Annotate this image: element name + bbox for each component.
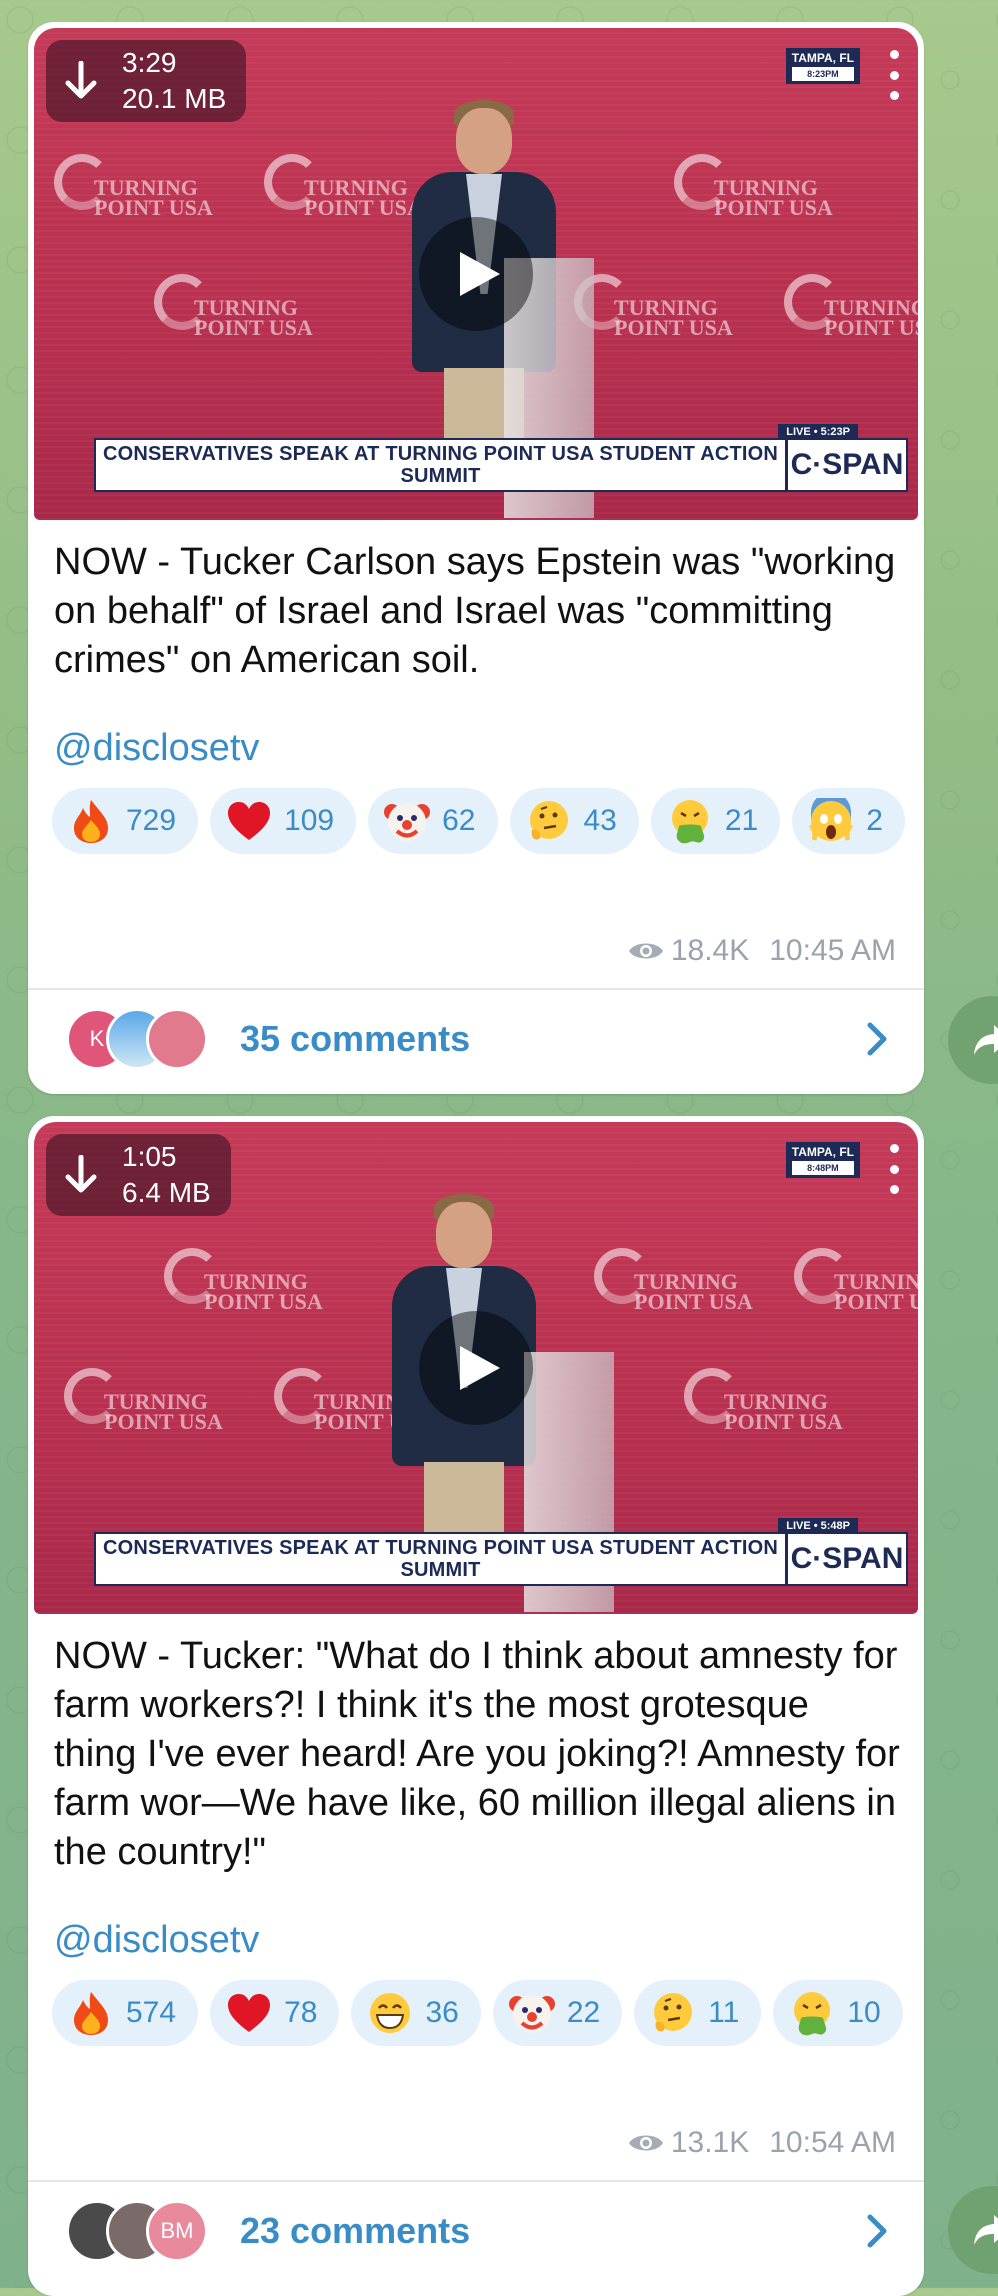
network-logo: C·SPAN <box>785 1534 906 1584</box>
reaction-fire[interactable]: 574 <box>52 1980 199 2046</box>
share-button[interactable] <box>948 996 998 1084</box>
video-duration: 3:29 <box>122 47 177 78</box>
backdrop-logo: TURNING POINT USA <box>674 148 833 238</box>
message-bubble[interactable]: TURNING POINT USA TURNING POINT USA TURN… <box>28 1116 924 2296</box>
reaction-fire[interactable]: 729 <box>52 788 199 854</box>
message-bubble[interactable]: TURNING POINT USA TURNING POINT USA TURN… <box>28 22 924 1094</box>
share-button[interactable] <box>948 2186 998 2274</box>
fire-icon <box>68 1990 114 2036</box>
channel-handle-link[interactable]: @disclosetv <box>28 1919 924 1962</box>
comments-bar[interactable]: K 35 comments <box>28 988 924 1088</box>
reaction-grin[interactable]: 36 <box>351 1980 481 2046</box>
vomit-icon <box>667 798 713 844</box>
view-count: 13.1K <box>670 2126 750 2159</box>
menu-dots-icon[interactable] <box>884 1144 904 1194</box>
thinking-icon <box>650 1990 696 2036</box>
comments-bar[interactable]: BM 23 comments <box>28 2180 924 2280</box>
clown-icon <box>384 798 431 844</box>
heart-icon <box>226 1990 272 2036</box>
share-icon <box>974 1025 998 1055</box>
menu-dots-icon[interactable] <box>884 50 904 100</box>
lower-third-caption: CONSERVATIVES SPEAK AT TURNING POINT USA… <box>102 443 779 487</box>
reactions-list: 574 78 36 22 11 10 <box>28 1962 924 2046</box>
vomit-icon <box>789 1990 835 2036</box>
share-icon <box>974 2215 998 2245</box>
download-chip[interactable]: 3:29 20.1 MB <box>46 40 247 122</box>
message-time: 10:45 AM <box>769 934 896 967</box>
backdrop-logo: TURNING POINT USA <box>264 148 423 238</box>
location-tag: TAMPA, FL 8:48PM <box>785 1142 860 1178</box>
play-icon <box>460 252 500 296</box>
backdrop-logo: TURNING POINT USA <box>794 1242 918 1332</box>
message-meta: 13.1K 10:54 AM <box>627 2126 896 2160</box>
backdrop-logo: TURNING POINT USA <box>154 268 313 358</box>
reaction-clown[interactable]: 62 <box>368 788 498 854</box>
commenter-avatars: K <box>66 1004 216 1074</box>
eye-icon <box>628 2135 663 2151</box>
commenter-avatars: BM <box>66 2196 216 2266</box>
video-duration: 1:05 <box>122 1141 177 1172</box>
backdrop-logo: TURNING POINT USA <box>684 1362 843 1452</box>
video-size: 20.1 MB <box>122 83 227 114</box>
play-button[interactable] <box>419 217 533 331</box>
network-logo: C·SPAN <box>785 440 906 490</box>
reaction-clown[interactable]: 22 <box>492 1980 623 2046</box>
clown-icon <box>508 1990 555 2036</box>
reaction-vomit[interactable]: 21 <box>650 788 781 854</box>
comments-link[interactable]: 35 comments <box>240 1018 866 1060</box>
reaction-thinking[interactable]: 11 <box>634 1980 762 2046</box>
play-icon <box>460 1346 500 1390</box>
eye-icon <box>628 943 663 959</box>
backdrop-logo: TURNING POINT USA <box>64 1362 223 1452</box>
fire-icon <box>68 798 114 844</box>
chevron-right-icon <box>867 2214 887 2248</box>
thinking-icon <box>526 798 572 844</box>
message-text: NOW - Tucker: "What do I think about amn… <box>54 1635 900 1873</box>
view-count: 18.4K <box>670 934 750 967</box>
scream-icon <box>808 798 854 844</box>
reaction-heart[interactable]: 109 <box>210 788 357 854</box>
channel-handle-link[interactable]: @disclosetv <box>28 727 924 770</box>
reaction-vomit[interactable]: 10 <box>773 1980 903 2046</box>
avatar <box>146 1008 208 1070</box>
reactions-list: 729 109 62 43 21 2 <box>28 770 924 854</box>
location-tag: TAMPA, FL 8:23PM <box>785 48 860 84</box>
grin-icon <box>367 1990 413 2036</box>
lower-third: CONSERVATIVES SPEAK AT TURNING POINT USA… <box>94 438 908 492</box>
download-arrow-icon <box>65 1155 97 1193</box>
message-time: 10:54 AM <box>769 2126 896 2159</box>
message-text: NOW - Tucker Carlson says Epstein was "w… <box>54 541 896 681</box>
heart-icon <box>226 798 272 844</box>
play-button[interactable] <box>419 1311 533 1425</box>
reaction-thinking[interactable]: 43 <box>509 788 639 854</box>
lower-third: CONSERVATIVES SPEAK AT TURNING POINT USA… <box>94 1532 908 1586</box>
download-chip[interactable]: 1:05 6.4 MB <box>46 1134 231 1216</box>
video-player[interactable]: TURNING POINT USA TURNING POINT USA TURN… <box>34 28 918 520</box>
backdrop-logo: TURNING POINT USA <box>54 148 213 238</box>
message-meta: 18.4K 10:45 AM <box>627 934 896 968</box>
backdrop-logo: TURNING POINT USA <box>594 1242 753 1332</box>
download-arrow-icon <box>65 61 97 99</box>
reaction-scream[interactable]: 2 <box>792 788 905 854</box>
lower-third-caption: CONSERVATIVES SPEAK AT TURNING POINT USA… <box>102 1537 779 1581</box>
comments-link[interactable]: 23 comments <box>240 2210 866 2252</box>
avatar: BM <box>146 2200 208 2262</box>
backdrop-logo: TURNING POINT USA <box>784 268 918 358</box>
video-player[interactable]: TURNING POINT USA TURNING POINT USA TURN… <box>34 1122 918 1614</box>
chevron-right-icon <box>867 1022 887 1056</box>
backdrop-logo: TURNING POINT USA <box>574 268 733 358</box>
reaction-heart[interactable]: 78 <box>210 1980 340 2046</box>
video-size: 6.4 MB <box>122 1177 211 1208</box>
backdrop-logo: TURNING POINT USA <box>164 1242 323 1332</box>
